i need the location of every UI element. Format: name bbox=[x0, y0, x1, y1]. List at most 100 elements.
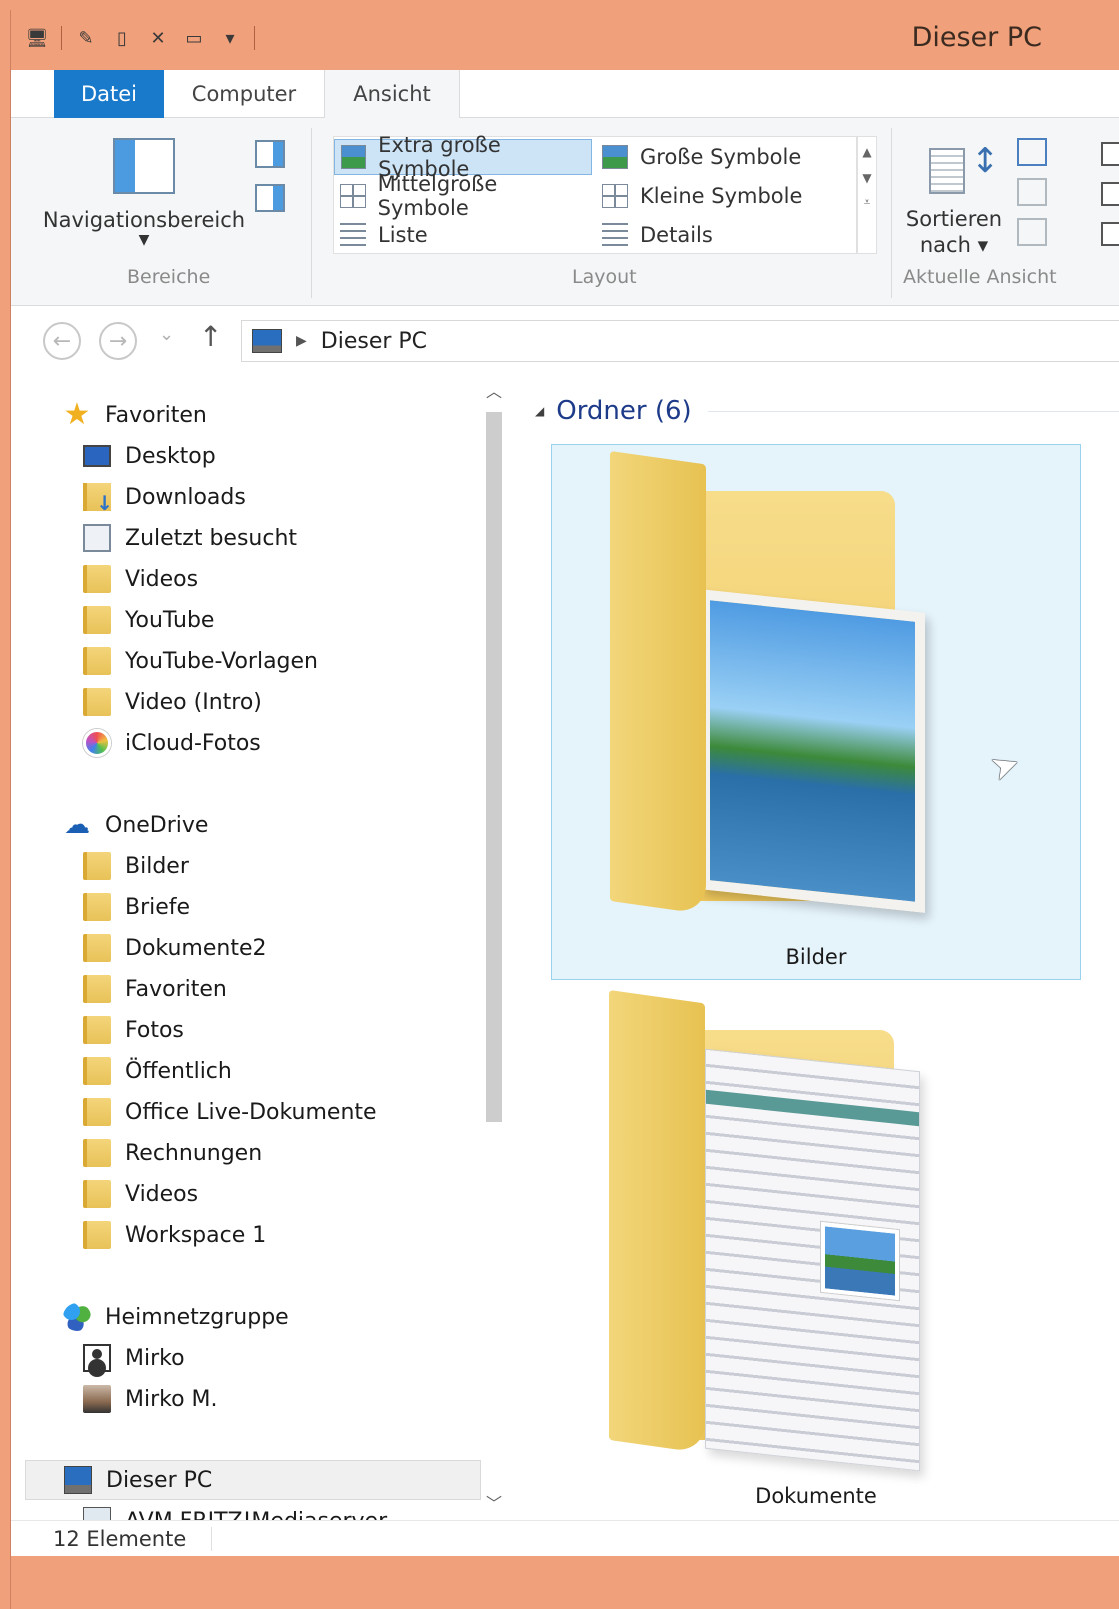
details-pane-icon[interactable] bbox=[255, 184, 285, 212]
group-separator bbox=[311, 128, 312, 298]
rename-icon[interactable]: ▭ bbox=[180, 24, 208, 52]
recent-locations-icon[interactable]: ⌄ bbox=[159, 324, 174, 345]
navigation-pane: ★ Favoriten Desktop Downloads Zuletzt be… bbox=[11, 368, 507, 1520]
nav-item[interactable]: YouTube-Vorlagen bbox=[83, 641, 318, 681]
grid-icon bbox=[340, 184, 366, 208]
nav-item[interactable]: Zuletzt besucht bbox=[83, 518, 297, 558]
collapse-triangle-icon[interactable]: ◢ bbox=[535, 404, 544, 418]
nav-item[interactable]: Öffentlich bbox=[83, 1051, 232, 1091]
delete-icon[interactable]: ✕ bbox=[144, 24, 172, 52]
nav-item[interactable]: Dokumente2 bbox=[83, 928, 266, 968]
expand-gallery-icon[interactable]: ⩡ bbox=[858, 195, 876, 210]
size-columns-icon[interactable] bbox=[1017, 218, 1047, 246]
new-folder-icon[interactable]: ▯ bbox=[108, 24, 136, 52]
nav-item-label: Favoriten bbox=[125, 976, 227, 1002]
toolbar-separator bbox=[61, 26, 62, 50]
scroll-down-icon[interactable]: ﹀ bbox=[481, 1490, 507, 1514]
nav-item[interactable]: Video (Intro) bbox=[83, 682, 262, 722]
layout-large-icons[interactable]: Große Symbole bbox=[596, 139, 854, 175]
nav-item[interactable]: Videos bbox=[83, 1174, 198, 1214]
add-columns-icon[interactable] bbox=[1017, 178, 1047, 206]
nav-item[interactable]: Desktop bbox=[83, 436, 216, 476]
folder-label: Bilder bbox=[785, 945, 847, 969]
nav-item[interactable]: Videos bbox=[83, 559, 198, 599]
nav-item[interactable]: Downloads bbox=[83, 477, 246, 517]
checkbox[interactable] bbox=[1101, 222, 1119, 246]
nav-item-label: Workspace 1 bbox=[125, 1222, 267, 1248]
back-button[interactable]: ← bbox=[43, 322, 81, 360]
layout-details[interactable]: Details bbox=[596, 217, 854, 253]
nav-onedrive[interactable]: ☁ OneDrive bbox=[63, 805, 208, 845]
group-divider bbox=[707, 410, 1119, 412]
customize-dropdown-icon[interactable]: ▾ bbox=[216, 24, 244, 52]
nav-item-label: Mirko bbox=[125, 1345, 185, 1371]
layout-list[interactable]: Liste bbox=[334, 217, 592, 253]
navigation-pane-scrollbar[interactable]: ︿ ﹀ bbox=[481, 368, 507, 1520]
scroll-up-icon[interactable]: ︿ bbox=[481, 378, 507, 402]
nav-item-label: iCloud-Fotos bbox=[125, 730, 261, 756]
nav-item[interactable]: Mirko bbox=[83, 1338, 185, 1378]
nav-item[interactable]: Favoriten bbox=[83, 969, 227, 1009]
nav-item[interactable]: Bilder bbox=[83, 846, 189, 886]
ribbon-tabs: Datei Computer Ansicht bbox=[11, 70, 1119, 119]
properties-icon[interactable]: ✎ bbox=[72, 24, 100, 52]
tab-computer[interactable]: Computer bbox=[164, 70, 324, 118]
folder-tile-bilder[interactable]: Bilder bbox=[551, 444, 1081, 980]
group-label-current-view: Aktuelle Ansicht bbox=[903, 266, 1057, 288]
up-button[interactable]: ↑ bbox=[199, 320, 222, 353]
nav-item[interactable]: AVM FRITZ!Mediaserver bbox=[83, 1501, 387, 1520]
group-header[interactable]: ◢ Ordner (6) bbox=[535, 396, 1119, 426]
nav-item[interactable]: Briefe bbox=[83, 887, 190, 927]
folder-icon bbox=[83, 975, 111, 1003]
nav-this-pc[interactable]: Dieser PC bbox=[25, 1460, 481, 1500]
nav-item[interactable]: Workspace 1 bbox=[83, 1215, 266, 1255]
nav-item[interactable]: Rechnungen bbox=[83, 1133, 262, 1173]
computer-icon[interactable]: 🖥 bbox=[23, 24, 51, 52]
navigation-row: ← → ⌄ ↑ ▶ Dieser PC bbox=[11, 306, 1119, 368]
layout-item-label: Mittelgroße Symbole bbox=[377, 172, 498, 220]
address-bar[interactable]: ▶ Dieser PC bbox=[241, 320, 1119, 362]
folder-icon bbox=[83, 1057, 111, 1085]
nav-item[interactable]: YouTube bbox=[83, 600, 214, 640]
homegroup-icon bbox=[63, 1303, 91, 1331]
group-separator bbox=[891, 128, 892, 298]
sort-by-button[interactable]: ↕ Sortieren nach ▾ bbox=[899, 142, 1009, 258]
nav-item-label: OneDrive bbox=[105, 812, 209, 838]
folder-icon bbox=[83, 1180, 111, 1208]
sort-icon: ↕ bbox=[923, 142, 1000, 200]
scrollbar-thumb[interactable] bbox=[486, 412, 502, 1122]
chevron-down-icon: ▼ bbox=[138, 232, 150, 248]
tab-file[interactable]: Datei bbox=[54, 70, 164, 118]
layout-small-icons[interactable]: Kleine Symbole bbox=[596, 178, 854, 214]
forward-button[interactable]: → bbox=[99, 322, 137, 360]
checkbox[interactable] bbox=[1101, 182, 1119, 206]
folder-icon bbox=[83, 934, 111, 962]
navigation-pane-button[interactable]: Navigationsbereich ▼ bbox=[39, 138, 249, 248]
nav-item[interactable]: Fotos bbox=[83, 1010, 184, 1050]
window-title: Dieser PC bbox=[911, 22, 1042, 53]
breadcrumb-item[interactable]: Dieser PC bbox=[321, 329, 427, 354]
downloads-icon bbox=[83, 483, 113, 515]
nav-item[interactable]: iCloud-Fotos bbox=[83, 723, 261, 763]
nav-item-label: Mirko M. bbox=[125, 1386, 218, 1412]
tab-view[interactable]: Ansicht bbox=[324, 70, 460, 119]
breadcrumb-arrow-icon[interactable]: ▶ bbox=[296, 333, 307, 349]
nav-item[interactable]: Mirko M. bbox=[83, 1379, 218, 1419]
scroll-down-icon[interactable]: ▼ bbox=[858, 171, 876, 185]
nav-item[interactable]: Office Live-Dokumente bbox=[83, 1092, 377, 1132]
scroll-up-icon[interactable]: ▲ bbox=[858, 145, 876, 159]
grid-icon bbox=[602, 184, 628, 208]
checkbox[interactable] bbox=[1101, 142, 1119, 166]
nav-item-label: AVM FRITZ!Mediaserver bbox=[125, 1509, 387, 1521]
layout-extra-large-icons[interactable]: Extra große Symbole bbox=[334, 133, 592, 181]
folder-tile-dokumente[interactable]: Dokumente bbox=[551, 984, 1081, 1520]
nav-favorites[interactable]: ★ Favoriten bbox=[63, 395, 207, 435]
nav-item-label: YouTube bbox=[125, 607, 215, 633]
layout-gallery-scroll[interactable]: ▲ ▼ ⩡ bbox=[857, 136, 877, 254]
preview-pane-icon[interactable] bbox=[255, 140, 285, 168]
nav-homegroup[interactable]: Heimnetzgruppe bbox=[63, 1297, 289, 1337]
group-by-icon[interactable] bbox=[1017, 138, 1047, 166]
details-icon bbox=[602, 223, 628, 247]
status-separator bbox=[211, 1527, 212, 1551]
layout-medium-icons[interactable]: Mittelgroße Symbole bbox=[334, 172, 592, 220]
